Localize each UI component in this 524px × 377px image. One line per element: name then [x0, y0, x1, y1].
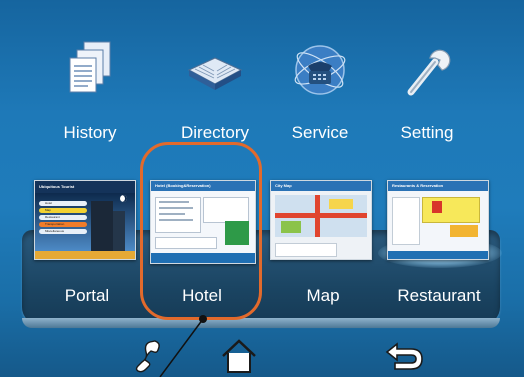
phone-handset-icon — [135, 340, 160, 373]
home-icon — [222, 339, 256, 373]
phone-button[interactable] — [128, 336, 168, 374]
home-button[interactable] — [219, 336, 259, 374]
back-arrow-icon — [385, 342, 423, 370]
back-button[interactable] — [383, 336, 423, 374]
callout-pointer-line — [159, 318, 204, 377]
callout-pointer-dot — [199, 315, 207, 323]
launcher-screen: History Directory Service Setting Ubiqui… — [0, 0, 524, 377]
